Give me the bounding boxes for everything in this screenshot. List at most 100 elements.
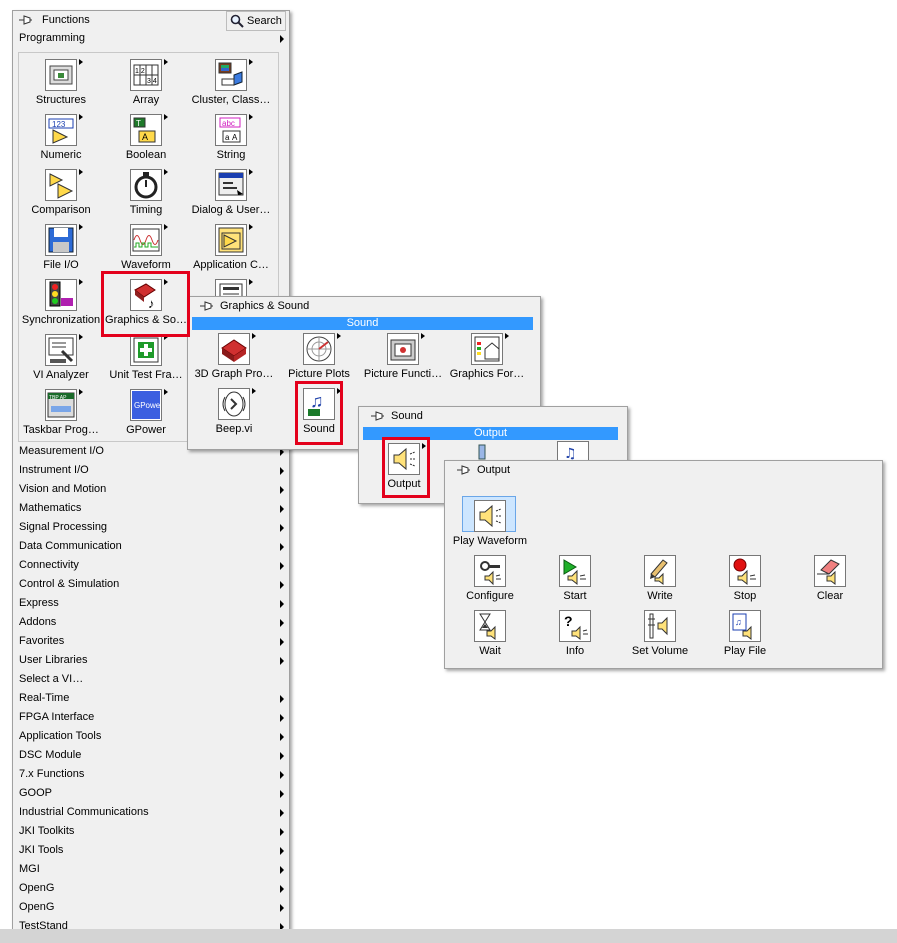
- palette-item-label: Stop: [733, 590, 757, 602]
- highlight-graphics-sound: [101, 271, 190, 337]
- palette-item-synchronization[interactable]: Synchronization: [17, 276, 101, 331]
- chevron-right-icon: [280, 543, 284, 551]
- chevron-right-icon: [280, 505, 284, 513]
- palette-item-string[interactable]: abc a A String: [187, 111, 271, 166]
- palette-item-numeric[interactable]: 123 Numeric: [17, 111, 101, 166]
- chevron-right-icon: [280, 600, 284, 608]
- palette-item-set-volume[interactable]: Set Volume: [616, 607, 700, 662]
- chevron-right-icon: [280, 714, 284, 722]
- chevron-right-icon: [280, 657, 284, 665]
- chevron-right-icon: [280, 638, 284, 646]
- svg-text:abc: abc: [222, 119, 235, 128]
- palette-item-boolean[interactable]: T A Boolean: [102, 111, 186, 166]
- palette-item-write[interactable]: Write: [616, 552, 700, 607]
- category-industrial-communications[interactable]: Industrial Communications: [19, 803, 287, 822]
- category-mgi[interactable]: MGI: [19, 860, 287, 879]
- chevron-right-icon: [280, 828, 284, 836]
- chevron-right-icon: [280, 524, 284, 532]
- floppy-disk-icon: [45, 224, 83, 256]
- bottom-scrollbar[interactable]: [0, 929, 897, 943]
- palette-item-wait[interactable]: Wait: [446, 607, 530, 662]
- palette-item-start[interactable]: Start: [531, 552, 615, 607]
- category-user-libraries[interactable]: User Libraries: [19, 651, 287, 670]
- palette-item-waveform[interactable]: Waveform: [102, 221, 186, 276]
- palette-item-picture-plots[interactable]: Picture Plots: [275, 330, 359, 385]
- waveform-icon: [130, 224, 168, 256]
- palette-item-dialog-user[interactable]: Dialog & User…: [187, 166, 271, 221]
- microscope-icon: [45, 334, 83, 366]
- chevron-right-icon: [280, 809, 284, 817]
- palette-item-label: Waveform: [121, 259, 171, 271]
- category-application-tools[interactable]: Application Tools: [19, 727, 287, 746]
- category-data-communication[interactable]: Data Communication: [19, 537, 287, 556]
- category-jki-tools[interactable]: JKI Tools: [19, 841, 287, 860]
- category-openg[interactable]: OpenG: [19, 898, 287, 917]
- palette-item-taskbar-prog[interactable]: TBP AP Taskbar Prog…: [17, 386, 101, 441]
- palette-item-label: 3D Graph Pro…: [194, 368, 274, 380]
- palette-item-timing[interactable]: Timing: [102, 166, 186, 221]
- palette-item-clear[interactable]: Clear: [786, 552, 870, 607]
- pushpin-icon[interactable]: [369, 410, 385, 428]
- category-instrument-i-o[interactable]: Instrument I/O: [19, 461, 287, 480]
- pushpin-icon[interactable]: [198, 300, 214, 318]
- category-fpga-interface[interactable]: FPGA Interface: [19, 708, 287, 727]
- palette-item-comparison[interactable]: Comparison: [17, 166, 101, 221]
- pushpin-icon[interactable]: [455, 464, 471, 482]
- gpower-icon: GPower: [130, 389, 168, 421]
- palette-item-label: Boolean: [125, 149, 167, 161]
- category-addons[interactable]: Addons: [19, 613, 287, 632]
- palette-item-vi-analyzer[interactable]: VI Analyzer: [17, 331, 101, 386]
- hourglass-icon: [474, 610, 506, 642]
- palette-item-structures[interactable]: Structures: [17, 56, 101, 111]
- category-7-x-functions[interactable]: 7.x Functions: [19, 765, 287, 784]
- application-control-icon: [215, 224, 253, 256]
- palette-item-info[interactable]: ? Info: [531, 607, 615, 662]
- chevron-right-icon: [280, 790, 284, 798]
- chevron-right-icon: [280, 619, 284, 627]
- palette-item-label: Cluster, Class…: [191, 94, 271, 106]
- category-connectivity[interactable]: Connectivity: [19, 556, 287, 575]
- palette-item-play-waveform[interactable]: Play Waveform: [446, 497, 530, 552]
- beep-icon: [218, 388, 256, 420]
- programming-category[interactable]: Programming: [19, 29, 287, 48]
- palette-item-array[interactable]: 1 23 4 Array: [102, 56, 186, 111]
- palette-item-label: Graphics For…: [449, 368, 525, 380]
- category-dsc-module[interactable]: DSC Module: [19, 746, 287, 765]
- svg-text:♫: ♫: [564, 446, 577, 460]
- palette-item-beep-vi[interactable]: Beep.vi: [190, 385, 274, 440]
- partial-icon-1: [475, 443, 493, 461]
- category-express[interactable]: Express: [19, 594, 287, 613]
- palette-item-stop[interactable]: Stop: [701, 552, 785, 607]
- category-jki-toolkits[interactable]: JKI Toolkits: [19, 822, 287, 841]
- palette-item-configure[interactable]: Configure: [446, 552, 530, 607]
- palette-item-unit-test-fra[interactable]: Unit Test Fra…: [102, 331, 186, 386]
- category-real-time[interactable]: Real-Time: [19, 689, 287, 708]
- palette-item-picture-functi[interactable]: Picture Functi…: [359, 330, 443, 385]
- category-openg[interactable]: OpenG: [19, 879, 287, 898]
- palette-item-label: Wait: [479, 645, 501, 657]
- search-button[interactable]: Search: [226, 11, 286, 31]
- volume-icon: [644, 610, 676, 642]
- dialog-icon: [215, 169, 253, 201]
- palette-item-label: Picture Plots: [288, 368, 350, 380]
- palette-item-application-c[interactable]: Application C…: [187, 221, 271, 276]
- palette-item-3d-graph-pro[interactable]: 3D Graph Pro…: [190, 330, 274, 385]
- palette-item-gpower[interactable]: GPower GPower: [102, 386, 186, 441]
- svg-text:3 4: 3 4: [147, 78, 157, 85]
- category-favorites[interactable]: Favorites: [19, 632, 287, 651]
- palette-item-file-i-o[interactable]: File I/O: [17, 221, 101, 276]
- palette-item-play-file[interactable]: ♫ Play File: [701, 607, 785, 662]
- palette-item-graphics-for[interactable]: Graphics For…: [443, 330, 527, 385]
- palette-item-cluster-class[interactable]: Cluster, Class…: [187, 56, 271, 111]
- category-signal-processing[interactable]: Signal Processing: [19, 518, 287, 537]
- category-select-a-vi[interactable]: Select a VI…: [19, 670, 287, 689]
- chevron-right-icon: [280, 486, 284, 494]
- category-goop[interactable]: GOOP: [19, 784, 287, 803]
- chevron-right-icon: [280, 904, 284, 912]
- stop-icon: [729, 555, 761, 587]
- palette-item-label: Picture Functi…: [363, 368, 443, 380]
- category-control-simulation[interactable]: Control & Simulation: [19, 575, 287, 594]
- category-vision-and-motion[interactable]: Vision and Motion: [19, 480, 287, 499]
- category-mathematics[interactable]: Mathematics: [19, 499, 287, 518]
- palette-item-label: Comparison: [31, 204, 91, 216]
